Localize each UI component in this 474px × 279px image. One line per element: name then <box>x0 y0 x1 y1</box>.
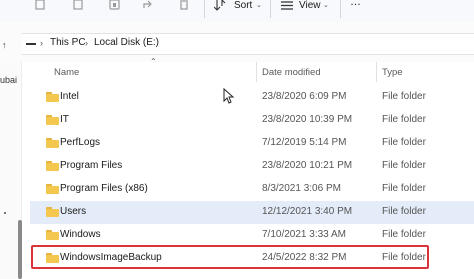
toolbar-divider <box>270 0 271 18</box>
column-header-name[interactable]: Name <box>54 67 79 79</box>
date-modified: 7/10/2021 3:33 AM <box>262 229 346 240</box>
sort-label: Sort <box>234 0 253 11</box>
list-item[interactable]: Windows 7/10/2021 3:33 AM File folder <box>30 224 474 247</box>
date-modified: 23/8/2020 6:09 PM <box>262 91 347 102</box>
column-divider[interactable] <box>376 62 377 82</box>
chevron-right-icon: › <box>85 38 88 48</box>
file-name: Intel <box>60 91 79 102</box>
sort-ascending-icon: ⌃ <box>150 57 157 66</box>
file-name: PerfLogs <box>60 137 101 148</box>
nav-scrollbar[interactable] <box>18 220 22 279</box>
breadcrumb-local-disk[interactable]: Local Disk (E:) <box>94 37 159 49</box>
folder-icon <box>46 138 59 148</box>
folder-icon <box>46 230 59 240</box>
folder-icon <box>46 92 59 102</box>
column-header-date[interactable]: Date modified <box>262 67 321 79</box>
file-name: Users <box>60 206 87 217</box>
list-item[interactable]: Program Files 23/8/2020 10:21 PM File fold… <box>30 155 474 178</box>
date-modified: 12/12/2021 3:40 PM <box>262 206 353 217</box>
drive-icon <box>26 43 36 45</box>
sort-button[interactable]: Sort ⌄ <box>214 0 264 14</box>
toolbar-divider <box>340 0 341 18</box>
column-divider[interactable] <box>256 62 257 82</box>
file-name: Program Files (x86) <box>60 183 148 194</box>
copy-icon[interactable] <box>72 0 84 10</box>
view-button[interactable]: View ⌄ <box>281 0 333 14</box>
folder-icon <box>46 207 59 217</box>
command-bar: Sort ⌄ View ⌄ … <box>0 0 474 22</box>
up-arrow-icon[interactable]: ↑ <box>2 40 7 50</box>
address-bar[interactable] <box>22 33 474 55</box>
date-modified: 7/12/2019 5:14 PM <box>262 137 347 148</box>
navigation-pane: ubai <box>0 62 22 279</box>
folder-icon <box>46 184 59 194</box>
column-header-type[interactable]: Type <box>382 67 403 79</box>
file-type: File folder <box>382 160 426 171</box>
breadcrumb-this-pc[interactable]: This PC <box>50 37 86 49</box>
cut-icon[interactable] <box>34 0 46 10</box>
file-type: File folder <box>382 183 426 194</box>
list-item[interactable]: IT 23/8/2020 10:39 PM File folder <box>30 109 474 132</box>
date-modified: 23/8/2020 10:39 PM <box>262 114 353 125</box>
list-item[interactable]: Program Files (x86) 8/3/2021 3:06 PM File … <box>30 178 474 201</box>
more-options-icon[interactable]: … <box>350 0 361 8</box>
view-icon <box>281 1 293 10</box>
share-icon[interactable] <box>142 0 154 10</box>
date-modified: 8/3/2021 3:06 PM <box>262 183 341 194</box>
nav-marker <box>4 212 6 214</box>
file-name: IT <box>60 114 69 125</box>
chevron-down-icon: ⌄ <box>323 2 329 9</box>
nav-item-label[interactable]: ubai <box>0 75 17 85</box>
highlight-box <box>31 245 429 269</box>
sort-icon <box>214 0 226 11</box>
list-item[interactable]: Users 12/12/2021 3:40 PM File folder <box>30 201 474 224</box>
list-item[interactable]: PerfLogs 7/12/2019 5:14 PM File folder <box>30 132 474 155</box>
delete-icon[interactable] <box>178 0 190 10</box>
file-type: File folder <box>382 229 426 240</box>
date-modified: 23/8/2020 10:21 PM <box>262 160 353 171</box>
list-item[interactable]: Intel 23/8/2020 6:09 PM File folder <box>30 86 474 109</box>
chevron-down-icon: ⌄ <box>256 2 262 9</box>
file-name: Windows <box>60 229 101 240</box>
file-type: File folder <box>382 137 426 148</box>
folder-icon <box>46 115 59 125</box>
file-type: File folder <box>382 206 426 217</box>
paste-icon[interactable] <box>108 0 122 10</box>
file-name: Program Files <box>60 160 123 171</box>
chevron-right-icon: › <box>40 38 43 48</box>
toolbar-divider <box>204 0 205 18</box>
file-type: File folder <box>382 114 426 125</box>
folder-icon <box>46 161 59 171</box>
mouse-pointer-icon <box>223 88 235 104</box>
file-type: File folder <box>382 91 426 102</box>
view-label: View <box>299 0 321 11</box>
